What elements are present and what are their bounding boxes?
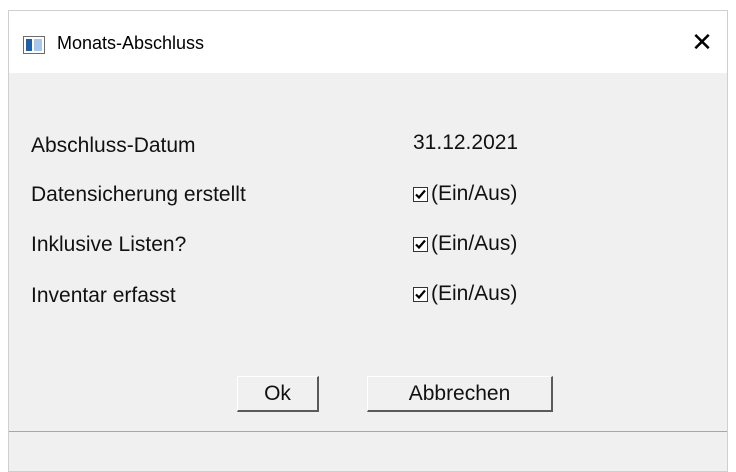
close-icon[interactable]: ✕ (685, 25, 719, 59)
backup-created-option-text: (Ein/Aus) (431, 182, 518, 205)
include-lists-option-text: (Ein/Aus) (431, 232, 518, 255)
inventory-recorded-checkbox-group[interactable]: (Ein/Aus) (413, 282, 517, 306)
inventory-recorded-option-text: (Ein/Aus) (431, 282, 518, 305)
include-lists-checkbox-group[interactable]: (Ein/Aus) (413, 232, 517, 256)
status-bar (9, 431, 727, 471)
checkmark-icon (415, 239, 426, 249)
backup-created-checkbox-group[interactable]: (Ein/Aus) (413, 182, 517, 206)
backup-created-checkbox[interactable] (413, 186, 428, 202)
ok-button[interactable]: Ok (237, 376, 319, 412)
checkmark-icon (415, 189, 426, 199)
include-lists-checkbox[interactable] (413, 236, 428, 252)
closing-date-value: 31.12.2021 (413, 131, 519, 154)
inventory-recorded-label: Inventar erfasst (31, 284, 176, 307)
screen-background: Monats-Abschluss ✕ Abschluss-Datum 31.12… (0, 0, 736, 472)
app-window-icon (23, 36, 45, 54)
app-icon-bar (26, 39, 32, 51)
form-content: Abschluss-Datum 31.12.2021 Datensicherun… (9, 73, 727, 433)
dialog-window: Monats-Abschluss ✕ Abschluss-Datum 31.12… (8, 10, 728, 472)
checkmark-icon (415, 289, 426, 299)
cancel-button[interactable]: Abbrechen (367, 376, 553, 412)
window-title: Monats-Abschluss (57, 33, 205, 53)
closing-date-label: Abschluss-Datum (31, 134, 196, 157)
backup-created-label: Datensicherung erstellt (31, 183, 246, 206)
app-icon-panel (34, 39, 42, 51)
inventory-recorded-checkbox[interactable] (413, 286, 428, 302)
title-bar[interactable]: Monats-Abschluss ✕ (9, 11, 727, 73)
include-lists-label: Inklusive Listen? (31, 233, 187, 256)
